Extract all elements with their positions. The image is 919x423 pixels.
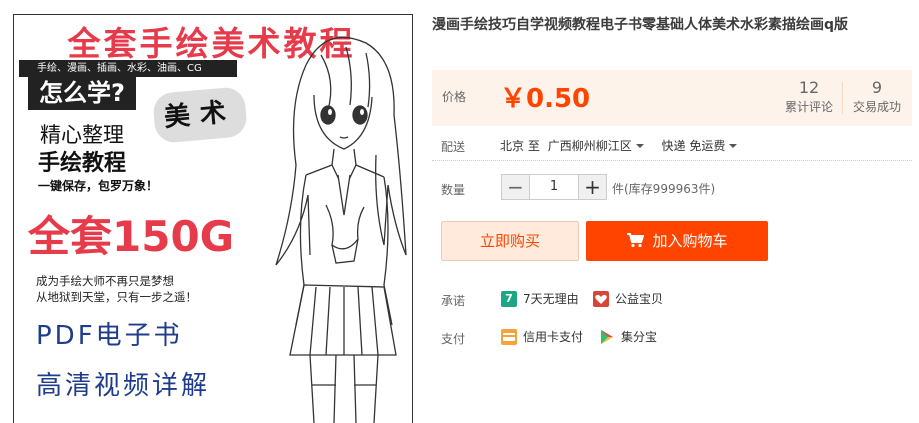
image-art-seal: 美术 xyxy=(151,86,249,144)
quantity-decrease-button[interactable]: − xyxy=(501,174,530,200)
image-pdf-label: PDF电子书 xyxy=(36,321,183,351)
shipping-label: 配送 xyxy=(441,140,466,154)
shipping-row: 北京 至 广西柳州柳江区 快递 免运费 xyxy=(500,137,743,154)
chevron-down-icon xyxy=(729,143,738,148)
payment-label: 支付 xyxy=(441,332,466,346)
shipping-method: 快递 免运费 xyxy=(661,139,726,153)
add-to-cart-button[interactable]: 加入购物车 xyxy=(586,221,768,261)
cart-icon xyxy=(627,233,645,248)
image-dream-text: 成为手绘大师不再只是梦想 从地狱到天堂，只有一步之遥！ xyxy=(36,273,197,305)
shipping-to: 至 xyxy=(527,139,540,153)
payment-credit-card-label: 信用卡支付 xyxy=(523,330,584,344)
shipping-method-select[interactable]: 快递 免运费 xyxy=(662,139,744,153)
image-dream-line-1: 成为手绘大师不再只是梦想 xyxy=(36,274,174,288)
charity-heart-icon xyxy=(593,290,609,307)
reviews-label: 累计评论 xyxy=(784,100,833,114)
promise-7day-label: 7天无理由 xyxy=(523,292,579,306)
image-how-label: 怎么学? xyxy=(28,77,136,110)
shipping-origin: 北京 xyxy=(500,139,525,153)
promise-charity[interactable]: 公益宝贝 xyxy=(593,290,663,307)
image-category-bar: 手绘、漫画、插画、水彩、油画、CG xyxy=(19,60,237,77)
deals-stat: 9 交易成功 xyxy=(846,78,908,116)
payment-jifenbao[interactable]: 集分宝 xyxy=(599,328,657,345)
quantity-input[interactable]: 1 xyxy=(530,174,578,200)
promise-label: 承诺 xyxy=(441,294,466,308)
product-title: 漫画手绘技巧自学视频教程电子书零基础人体美术水彩素描绘画q版 xyxy=(432,17,849,33)
reviews-stat[interactable]: 12 累计评论 xyxy=(778,78,840,116)
credit-card-icon xyxy=(501,328,517,345)
quantity-label: 数量 xyxy=(441,183,466,197)
stock-info: 件(库存999963件) xyxy=(612,182,716,196)
shipping-destination-select[interactable]: 广西柳州柳江区 xyxy=(548,139,650,153)
chevron-down-icon xyxy=(635,143,644,148)
reviews-count: 12 xyxy=(798,78,820,97)
price-panel: 价格 ￥0.50 12 累计评论 9 交易成功 xyxy=(432,70,912,126)
promise-7day[interactable]: 7 7天无理由 xyxy=(501,290,579,307)
shipping-destination: 广西柳州柳江区 xyxy=(547,139,632,153)
image-big-size: 全套150G xyxy=(28,212,235,261)
section-divider xyxy=(432,160,912,161)
deals-count: 9 xyxy=(871,78,883,97)
image-video-label: 高清视频详解 xyxy=(36,371,211,401)
image-line-3: 一键保存，包罗万象！ xyxy=(38,179,159,193)
seven-day-icon: 7 xyxy=(501,290,517,307)
stat-divider xyxy=(842,82,843,114)
image-dream-line-2: 从地狱到天堂，只有一步之遥！ xyxy=(36,290,197,304)
image-line-2: 手绘教程 xyxy=(38,151,127,176)
deals-label: 交易成功 xyxy=(852,100,901,114)
add-to-cart-label: 加入购物车 xyxy=(652,232,728,250)
anime-girl-illustration xyxy=(275,36,407,423)
product-main-image[interactable]: 全套手绘美术教程 手绘、漫画、插画、水彩、油画、CG 怎么学? 美术 精心整理 … xyxy=(13,14,413,423)
price-value: ￥0.50 xyxy=(500,84,591,114)
quantity-increase-button[interactable]: + xyxy=(578,174,607,200)
price-label: 价格 xyxy=(442,90,467,104)
quantity-stepper: − 1 + xyxy=(501,174,607,200)
jifenbao-icon xyxy=(599,329,615,345)
buy-now-button[interactable]: 立即购买 xyxy=(441,221,579,261)
payment-credit-card[interactable]: 信用卡支付 xyxy=(501,328,583,345)
payment-jifenbao-label: 集分宝 xyxy=(621,330,658,344)
promise-charity-label: 公益宝贝 xyxy=(615,292,664,306)
